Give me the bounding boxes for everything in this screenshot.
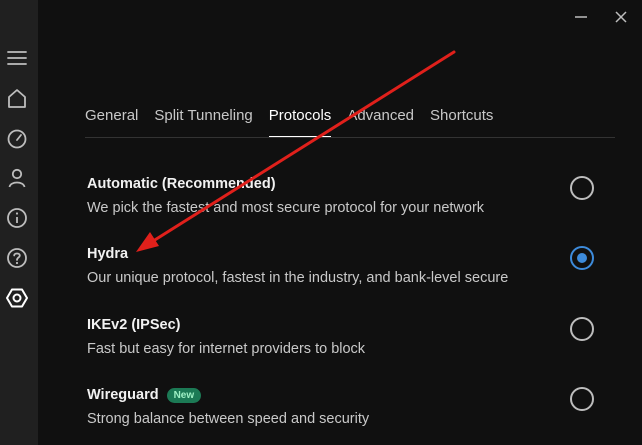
protocol-option-automatic[interactable]: Automatic (Recommended) We pick the fast… [87,174,617,226]
protocol-description: Strong balance between speed and securit… [87,411,370,427]
protocol-title: Hydra [87,246,129,262]
menu-icon[interactable] [4,45,30,71]
protocol-radio[interactable] [570,317,594,341]
protocol-option-hydra[interactable]: Hydra Our unique protocol, fastest in th… [87,244,617,296]
window-controls [570,6,632,28]
protocol-radio[interactable] [570,387,594,411]
help-icon[interactable] [4,245,30,271]
settings-icon[interactable] [4,285,30,311]
sidebar [0,0,38,445]
tab-split-tunneling[interactable]: Split Tunneling [154,106,252,138]
protocol-description: We pick the fastest and most secure prot… [87,200,485,216]
protocol-title-row: Wireguard New [87,385,617,405]
protocol-title: Wireguard [87,387,159,403]
close-icon[interactable] [610,6,632,28]
protocol-option-wireguard[interactable]: Wireguard New Strong balance between spe… [87,385,617,437]
protocol-title: Automatic (Recommended) [87,176,276,192]
protocol-option-ikev2[interactable]: IKEv2 (IPSec) Fast but easy for internet… [87,315,617,367]
minimize-icon[interactable] [570,6,592,28]
new-badge: New [166,387,202,403]
speedometer-icon[interactable] [4,125,30,151]
tab-general[interactable]: General [85,106,138,138]
settings-tabs: General Split Tunneling Protocols Advanc… [85,106,509,138]
protocol-radio-selected[interactable] [570,246,594,270]
tabs-divider [85,137,615,138]
protocol-title: IKEv2 (IPSec) [87,317,181,333]
protocol-radio[interactable] [570,176,594,200]
info-icon[interactable] [4,205,30,231]
tab-shortcuts[interactable]: Shortcuts [430,106,493,138]
account-icon[interactable] [4,165,30,191]
tab-protocols[interactable]: Protocols [268,106,331,138]
protocol-description: Our unique protocol, fastest in the indu… [87,270,509,286]
protocol-description: Fast but easy for internet providers to … [87,341,366,357]
home-icon[interactable] [4,85,30,111]
tab-advanced[interactable]: Advanced [347,106,414,138]
